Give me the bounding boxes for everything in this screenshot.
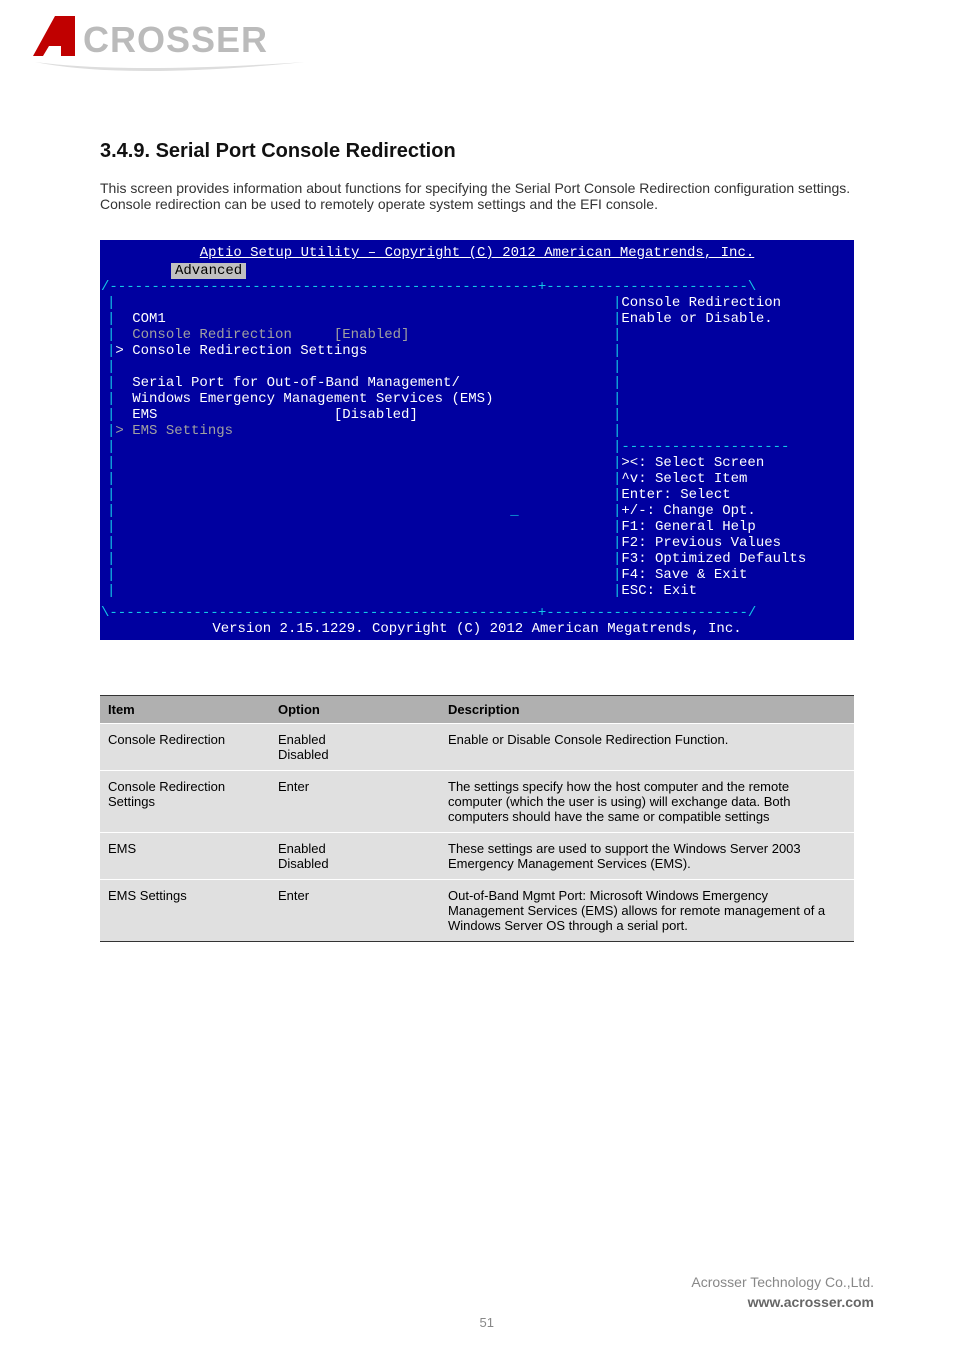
bios-left-line: | bbox=[107, 439, 613, 455]
cell-option: Enter bbox=[270, 880, 440, 942]
col-header-description: Description bbox=[440, 696, 854, 724]
bios-left-line: | Windows Emergency Management Services … bbox=[107, 391, 613, 407]
bios-right-line: | bbox=[613, 343, 853, 359]
table-row: Console Redirection SettingsEnterThe set… bbox=[100, 771, 854, 833]
cell-option: Enter bbox=[270, 771, 440, 833]
bios-help-line: |^v: Select Item bbox=[613, 471, 853, 487]
bios-left-line: | bbox=[107, 535, 613, 551]
bios-help-line: |ESC: Exit bbox=[613, 583, 853, 599]
section-description: This screen provides information about f… bbox=[100, 180, 854, 212]
bios-help-line: |Enter: Select bbox=[613, 487, 853, 503]
bios-right-panel: |Console Redirection|Enable or Disable.|… bbox=[613, 295, 853, 605]
bios-right-line: | bbox=[613, 359, 853, 375]
page-number: 51 bbox=[480, 1315, 494, 1330]
bios-right-line: |Enable or Disable. bbox=[613, 311, 853, 327]
cell-item: EMS Settings bbox=[100, 880, 270, 942]
settings-table: Item Option Description Console Redirect… bbox=[100, 695, 854, 942]
bios-setup-screenshot: Aptio Setup Utility – Copyright (C) 2012… bbox=[100, 240, 854, 640]
bios-left-line: | _ bbox=[107, 503, 613, 519]
bios-right-line: | bbox=[613, 407, 853, 423]
bios-left-line: | bbox=[107, 551, 613, 567]
bios-left-line: | bbox=[107, 519, 613, 535]
col-header-item: Item bbox=[100, 696, 270, 724]
bios-left-line: | Serial Port for Out-of-Band Management… bbox=[107, 375, 613, 391]
cell-option: EnabledDisabled bbox=[270, 833, 440, 880]
footer-company: Acrosser Technology Co.,Ltd. bbox=[691, 1274, 874, 1290]
bios-help-line: |F1: General Help bbox=[613, 519, 853, 535]
bios-right-divider: |-------------------- bbox=[613, 439, 853, 455]
bios-left-line: | Console Redirection [Enabled] bbox=[107, 327, 613, 343]
settings-table-container: Item Option Description Console Redirect… bbox=[100, 695, 854, 942]
bios-left-line: | bbox=[107, 567, 613, 583]
bios-title: Aptio Setup Utility – Copyright (C) 2012… bbox=[101, 241, 853, 261]
cell-item: Console Redirection bbox=[100, 724, 270, 771]
bios-help-line: |F3: Optimized Defaults bbox=[613, 551, 853, 567]
bios-help-line: |F4: Save & Exit bbox=[613, 567, 853, 583]
bios-left-line: | bbox=[107, 455, 613, 471]
table-body: Console RedirectionEnabledDisabledEnable… bbox=[100, 724, 854, 942]
bios-left-line: | COM1 bbox=[107, 311, 613, 327]
cell-description: Out-of-Band Mgmt Port: Microsoft Windows… bbox=[440, 880, 854, 942]
page-footer: Acrosser Technology Co.,Ltd. www.acrosse… bbox=[691, 1274, 874, 1310]
section-heading: 3.4.9. Serial Port Console Redirection bbox=[100, 140, 456, 163]
table-row: EMSEnabledDisabledThese settings are use… bbox=[100, 833, 854, 880]
cell-item: Console Redirection Settings bbox=[100, 771, 270, 833]
svg-text:CROSSER: CROSSER bbox=[83, 19, 268, 60]
cell-item: EMS bbox=[100, 833, 270, 880]
cell-description: These settings are used to support the W… bbox=[440, 833, 854, 880]
bios-right-line: | bbox=[613, 327, 853, 343]
footer-website: www.acrosser.com bbox=[691, 1294, 874, 1310]
cell-description: Enable or Disable Console Redirection Fu… bbox=[440, 724, 854, 771]
bios-tab-row: Advanced bbox=[101, 263, 853, 279]
bios-body: || COM1| Console Redirection [Enabled]|>… bbox=[101, 295, 853, 605]
bios-help-line: |><: Select Screen bbox=[613, 455, 853, 471]
acrosser-logo-icon: CROSSER bbox=[25, 10, 315, 80]
bios-left-line: | EMS [Disabled] bbox=[107, 407, 613, 423]
bios-right-line: | bbox=[613, 391, 853, 407]
bios-bottom-border: \---------------------------------------… bbox=[101, 605, 853, 621]
bios-tab-advanced: Advanced bbox=[171, 263, 246, 279]
bios-left-line: | bbox=[107, 583, 613, 599]
cell-description: The settings specify how the host comput… bbox=[440, 771, 854, 833]
table-header-row: Item Option Description bbox=[100, 696, 854, 724]
bios-left-line: |> Console Redirection Settings bbox=[107, 343, 613, 359]
bios-top-border: /---------------------------------------… bbox=[101, 279, 853, 295]
bios-left-line: | bbox=[107, 359, 613, 375]
bios-left-line: | bbox=[107, 471, 613, 487]
bios-footer: Version 2.15.1229. Copyright (C) 2012 Am… bbox=[101, 621, 853, 637]
bios-right-line: | bbox=[613, 423, 853, 439]
bios-left-line: | bbox=[107, 487, 613, 503]
brand-logo: CROSSER bbox=[25, 10, 315, 80]
col-header-option: Option bbox=[270, 696, 440, 724]
bios-right-line: | bbox=[613, 375, 853, 391]
table-row: EMS SettingsEnterOut-of-Band Mgmt Port: … bbox=[100, 880, 854, 942]
bios-help-line: |+/-: Change Opt. bbox=[613, 503, 853, 519]
bios-left-panel: || COM1| Console Redirection [Enabled]|>… bbox=[101, 295, 613, 605]
bios-right-line: |Console Redirection bbox=[613, 295, 853, 311]
bios-help-line: |F2: Previous Values bbox=[613, 535, 853, 551]
bios-left-line: | bbox=[107, 295, 613, 311]
bios-left-line: |> EMS Settings bbox=[107, 423, 613, 439]
cell-option: EnabledDisabled bbox=[270, 724, 440, 771]
table-row: Console RedirectionEnabledDisabledEnable… bbox=[100, 724, 854, 771]
